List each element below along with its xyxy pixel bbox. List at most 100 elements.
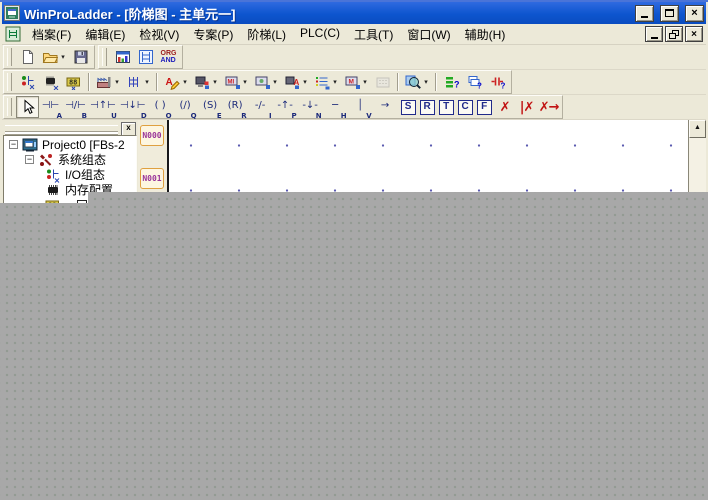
- save-button[interactable]: [69, 46, 92, 68]
- network-label[interactable]: N001: [140, 168, 164, 189]
- toolbar-plc: 88▾▾A▾▾MI▾▾A▾▾M▾▾???: [2, 70, 706, 95]
- monitor-m-button[interactable]: M▾: [341, 71, 371, 93]
- dropdown-arrow-icon[interactable]: ▾: [331, 78, 339, 86]
- open-file-button[interactable]: ▾: [39, 46, 69, 68]
- status-page-button[interactable]: ▾: [311, 71, 341, 93]
- menu-item-tools[interactable]: 工具(T): [347, 24, 400, 45]
- window-query-button[interactable]: ?: [463, 71, 486, 93]
- function-instr-button[interactable]: F: [475, 96, 494, 118]
- timer-instr-button[interactable]: T: [437, 96, 456, 118]
- counter-instr-button[interactable]: C: [456, 96, 475, 118]
- monitor-mi-button[interactable]: MI▾: [221, 71, 251, 93]
- scroll-up-button[interactable]: ▲: [689, 120, 706, 138]
- invert-button[interactable]: -/-I: [249, 93, 274, 121]
- dropdown-arrow-icon[interactable]: ▾: [301, 78, 309, 86]
- project-window-button[interactable]: [111, 46, 134, 68]
- toolbar-grip[interactable]: [102, 48, 107, 66]
- offline-chip-button[interactable]: [39, 71, 62, 93]
- falling-pulse-button[interactable]: -↓-N: [299, 93, 324, 121]
- dropdown-arrow-icon[interactable]: ▾: [143, 78, 151, 86]
- delete-vline-button[interactable]: |✗: [516, 96, 538, 118]
- contact-no-button[interactable]: ⊣⊢A: [39, 93, 64, 121]
- coil-reset-button[interactable]: (R)R: [224, 93, 249, 121]
- monitor-page-button[interactable]: ▾: [251, 71, 281, 93]
- fence-icon: [125, 74, 142, 90]
- contact-rising-button[interactable]: ⊣↑⊢U: [89, 93, 119, 121]
- menu-item-help[interactable]: 辅助(H): [458, 24, 513, 45]
- contact-nc-button[interactable]: ⊣/⊢B: [64, 93, 89, 121]
- coil-set-button[interactable]: (S)E: [199, 93, 224, 121]
- tree-item-project[interactable]: −Project0 [FBs-2: [5, 137, 136, 152]
- dropdown-arrow-icon[interactable]: ▾: [361, 78, 369, 86]
- station-number-button[interactable]: 88: [62, 71, 85, 93]
- dropdown-arrow-icon[interactable]: ▾: [271, 78, 279, 86]
- org-and-icon: ORGAND: [160, 49, 177, 65]
- dropdown-arrow-icon[interactable]: ▾: [113, 78, 121, 86]
- mdi-minimize-button[interactable]: [645, 26, 663, 42]
- horizontal-line-button[interactable]: ─H: [324, 93, 349, 121]
- dropdown-arrow-icon[interactable]: ▾: [59, 53, 67, 61]
- monitor-m-icon: M: [343, 74, 360, 90]
- mdi-close-button[interactable]: ×: [685, 26, 703, 42]
- tree-expander[interactable]: −: [25, 155, 34, 164]
- mdi-child-icon[interactable]: [5, 26, 21, 42]
- monitor-io-button[interactable]: ▾: [191, 71, 221, 93]
- panel-close-button[interactable]: x: [121, 122, 136, 136]
- zoom-button[interactable]: ▾: [402, 71, 432, 93]
- io-connect-button[interactable]: [16, 71, 39, 93]
- rising-pulse-button[interactable]: -↑-P: [274, 93, 299, 121]
- step-instr-button[interactable]: S: [399, 96, 418, 118]
- tree-item-system-config[interactable]: −系统组态: [5, 152, 136, 167]
- tree-item-io-config[interactable]: I/O组态: [5, 167, 136, 182]
- delete-row-button[interactable]: ✗→: [538, 96, 560, 118]
- new-file-button[interactable]: [16, 46, 39, 68]
- relay-instr-button[interactable]: R: [418, 96, 437, 118]
- extend-line-button[interactable]: →: [374, 93, 399, 121]
- dropdown-arrow-icon[interactable]: ▾: [211, 78, 219, 86]
- toolbar-grip[interactable]: [7, 73, 12, 91]
- minimize-button[interactable]: [635, 5, 654, 22]
- contact-query-button[interactable]: ?: [486, 71, 509, 93]
- mdi-restore-button[interactable]: [665, 26, 683, 42]
- coil-not-button[interactable]: (/)Q: [174, 93, 199, 121]
- toolbar-grip[interactable]: [7, 48, 12, 66]
- ladder-view-button[interactable]: [134, 46, 157, 68]
- run-plc-button[interactable]: ▾: [93, 71, 123, 93]
- menu-item-ladder[interactable]: 阶梯(L): [240, 24, 293, 45]
- edit-register-button[interactable]: A▾: [161, 71, 191, 93]
- coil-out-button[interactable]: ( )O: [149, 93, 174, 121]
- mdi-close-icon: ×: [691, 28, 697, 41]
- mnemonic-view-button[interactable]: ORGAND: [157, 46, 180, 68]
- panel-drag-grip[interactable]: [5, 125, 118, 132]
- plug-red-icon: [193, 74, 210, 90]
- toolbar-standard: ▾ ORGAND: [2, 45, 706, 70]
- list-blue-icon: [313, 74, 330, 90]
- menu-item-view[interactable]: 检视(V): [132, 24, 186, 45]
- menu-item-plc[interactable]: PLC(C): [293, 24, 347, 45]
- menu-item-edit[interactable]: 编辑(E): [78, 24, 132, 45]
- ladder-build-button[interactable]: ▾: [123, 71, 153, 93]
- toolbar-grip[interactable]: [7, 98, 12, 116]
- menu-item-file[interactable]: 档案(F): [25, 24, 78, 45]
- svg-text:?: ?: [477, 82, 482, 91]
- unpainted-desktop-region: [0, 192, 708, 500]
- network-label[interactable]: N000: [140, 125, 164, 146]
- menu-item-project[interactable]: 专案(P): [186, 24, 240, 45]
- close-button[interactable]: ×: [685, 5, 704, 22]
- mdi-controls: ×: [645, 26, 703, 42]
- menu-item-window[interactable]: 窗口(W): [400, 24, 457, 45]
- dropdown-arrow-icon[interactable]: ▾: [422, 78, 430, 86]
- contact-falling-button[interactable]: ⊣↓⊢D: [119, 93, 149, 121]
- panel-header: x: [2, 120, 138, 135]
- pointer-tool-button[interactable]: [16, 96, 39, 118]
- svg-text:?: ?: [500, 82, 505, 91]
- dropdown-arrow-icon[interactable]: ▾: [181, 78, 189, 86]
- io-connect-icon: [19, 74, 36, 90]
- vertical-line-button[interactable]: │V: [349, 93, 374, 121]
- maximize-button[interactable]: [660, 5, 679, 22]
- tree-expander[interactable]: −: [9, 140, 18, 149]
- delete-element-button[interactable]: ✗: [494, 96, 516, 118]
- element-query-button[interactable]: ?: [440, 71, 463, 93]
- force-point-button[interactable]: A▾: [281, 71, 311, 93]
- dropdown-arrow-icon[interactable]: ▾: [241, 78, 249, 86]
